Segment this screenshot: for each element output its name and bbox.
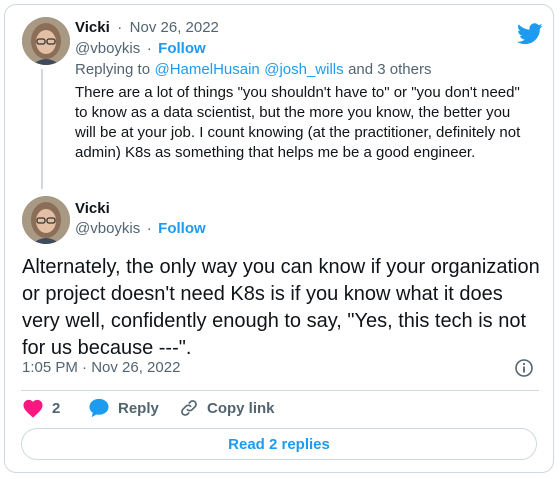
replying-to-suffix[interactable]: and 3 others (348, 61, 431, 78)
avatar[interactable] (22, 196, 70, 244)
separator: · (117, 19, 123, 36)
author-name[interactable]: Vicki (75, 19, 110, 36)
main-tweet-handle-row: @vboykis · Follow (75, 220, 206, 238)
reply-label: Reply (118, 399, 159, 417)
author-name[interactable]: Vicki (75, 200, 110, 217)
avatar-photo (22, 17, 70, 65)
author-handle[interactable]: @vboykis (75, 40, 140, 57)
copy-link-label: Copy link (207, 399, 275, 417)
main-tweet-text: Alternately, the only way you can know i… (22, 256, 540, 359)
like-button[interactable]: 2 (22, 398, 60, 418)
reply-tweet-handle-row: @vboykis · Follow (75, 40, 206, 58)
copy-link-button[interactable]: Copy link (179, 398, 275, 418)
reply-button[interactable]: Reply (88, 398, 159, 418)
separator: · (146, 40, 152, 57)
tweet-date[interactable]: Nov 26, 2022 (130, 19, 219, 36)
link-icon (181, 400, 197, 416)
avatar-photo (22, 196, 70, 244)
thread-connector-line (41, 69, 43, 189)
follow-button[interactable]: Follow (158, 40, 206, 57)
reply-tweet-header: Vicki · Nov 26, 2022 (75, 19, 219, 37)
speech-bubble-icon (89, 398, 109, 418)
read-replies-button[interactable]: Read 2 replies (21, 428, 537, 460)
avatar[interactable] (22, 17, 70, 65)
tweet-embed-card: Vicki · Nov 26, 2022 @vboykis · Follow R… (4, 4, 554, 473)
mention-link[interactable]: @josh_wills (264, 61, 343, 78)
mention-link[interactable]: @HamelHusain (155, 61, 260, 78)
like-count: 2 (52, 399, 61, 417)
reply-tweet-text: There are a lot of things "you shouldn't… (75, 84, 521, 161)
author-handle[interactable]: @vboykis (75, 220, 140, 237)
heart-icon (23, 399, 43, 418)
follow-button[interactable]: Follow (158, 220, 206, 237)
info-icon[interactable] (514, 358, 534, 378)
tweet-actions: 2 Reply Copy link (5, 398, 553, 422)
tweet-timestamp[interactable]: 1:05 PM · Nov 26, 2022 (22, 359, 180, 376)
twitter-bird-icon[interactable] (517, 23, 543, 45)
main-tweet-header: Vicki (75, 200, 110, 218)
divider (21, 390, 539, 391)
separator: · (146, 220, 152, 237)
replying-to: Replying to @HamelHusain @josh_wills and… (75, 61, 432, 79)
replying-to-prefix: Replying to (75, 61, 151, 78)
